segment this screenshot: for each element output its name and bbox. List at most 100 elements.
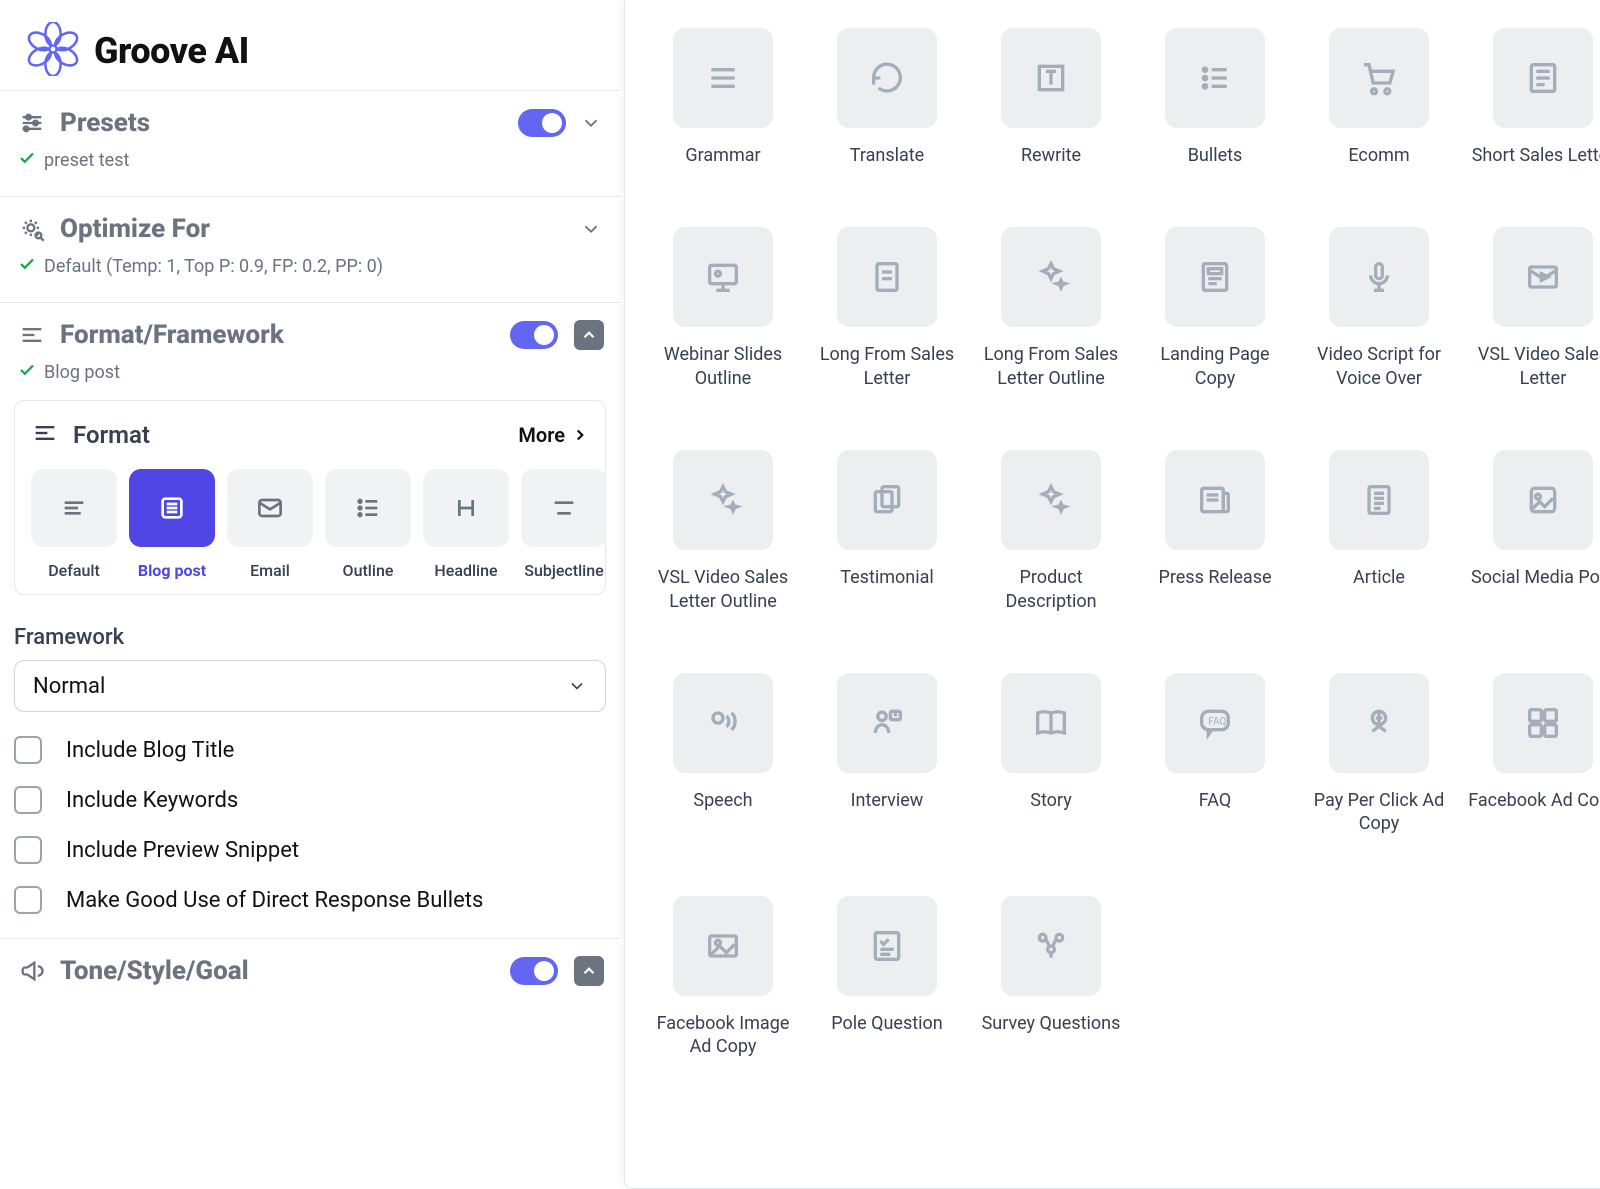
book-icon <box>1001 673 1101 773</box>
tone-toggle[interactable] <box>510 957 558 985</box>
template-tile-social-media-post[interactable]: Social Media Post <box>1469 450 1600 613</box>
template-tile-label: Ecomm <box>1304 144 1454 167</box>
template-tile-ecomm[interactable]: Ecomm <box>1305 28 1453 167</box>
format-more-label: More <box>518 423 565 447</box>
format-tile-label: Blog post <box>129 561 215 580</box>
option-label: Include Preview Snippet <box>66 838 299 863</box>
template-tile-label: Press Release <box>1140 566 1290 589</box>
template-tile-label: Survey Questions <box>976 1012 1126 1035</box>
format-tile-email[interactable]: Email <box>227 469 313 580</box>
format-framework-section: Format/Framework Blog post Format <box>0 302 620 928</box>
checkbox[interactable] <box>14 736 42 764</box>
template-tile-facebook-ad-copy[interactable]: Facebook Ad Copy <box>1469 673 1600 836</box>
interview-icon <box>837 673 937 773</box>
option-direct-response-bullets[interactable]: Make Good Use of Direct Response Bullets <box>14 886 606 914</box>
option-include-blog-title[interactable]: Include Blog Title <box>14 736 606 764</box>
template-tile-translate[interactable]: Translate <box>813 28 961 167</box>
lines-icon <box>16 319 48 351</box>
template-tile-rewrite[interactable]: Rewrite <box>977 28 1125 167</box>
optimize-section: Optimize For Default (Temp: 1, Top P: 0.… <box>0 196 620 292</box>
svg-text:FAQ: FAQ <box>1208 717 1226 728</box>
format-tile-subjectline[interactable]: Subjectline <box>521 469 607 580</box>
template-tile-short-sales-letter[interactable]: Short Sales Letter <box>1469 28 1600 167</box>
template-tile-long-from-sales-letter-outline[interactable]: Long From Sales Letter Outline <box>977 227 1125 390</box>
bullets-icon <box>1165 28 1265 128</box>
lines-icon <box>31 419 59 451</box>
framework-block: Framework Normal <box>14 625 606 712</box>
optimize-status: Default (Temp: 1, Top P: 0.9, FP: 0.2, P… <box>44 256 383 277</box>
template-tile-vsl-video-sales-letter-outline[interactable]: VSL Video Sales Letter Outline <box>649 450 797 613</box>
template-tile-interview[interactable]: Interview <box>813 673 961 836</box>
template-tile-label: Product Description <box>976 566 1126 613</box>
template-tile-facebook-image-ad-copy[interactable]: Facebook Image Ad Copy <box>649 896 797 1059</box>
format-tile-headline[interactable]: Headline <box>423 469 509 580</box>
fb-ad-icon <box>1493 673 1593 773</box>
optimize-chevron-down-icon[interactable] <box>578 216 604 242</box>
image-icon <box>673 896 773 996</box>
checkbox[interactable] <box>14 836 42 864</box>
template-tile-label: Bullets <box>1140 144 1290 167</box>
sliders-icon <box>16 107 48 139</box>
check-icon <box>18 255 36 278</box>
template-tile-label: FAQ <box>1140 789 1290 812</box>
presets-title: Presets <box>60 108 506 138</box>
template-tile-long-from-sales-letter[interactable]: Long From Sales Letter <box>813 227 961 390</box>
template-tile-survey-questions[interactable]: Survey Questions <box>977 896 1125 1059</box>
gear-search-icon <box>16 213 48 245</box>
template-tile-grammar[interactable]: Grammar <box>649 28 797 167</box>
collapse-button[interactable] <box>574 956 604 986</box>
format-tile-default[interactable]: Default <box>31 469 117 580</box>
template-tile-label: Pay Per Click Ad Copy <box>1304 789 1454 836</box>
collapse-button[interactable] <box>574 320 604 350</box>
template-tile-product-description[interactable]: Product Description <box>977 450 1125 613</box>
checkbox[interactable] <box>14 786 42 814</box>
option-include-preview-snippet[interactable]: Include Preview Snippet <box>14 836 606 864</box>
template-tile-vsl-video-sales-letter[interactable]: VSL Video Sales Letter <box>1469 227 1600 390</box>
option-include-keywords[interactable]: Include Keywords <box>14 786 606 814</box>
template-tile-faq[interactable]: FAQ FAQ <box>1141 673 1289 836</box>
format-tile-label: Headline <box>423 561 509 580</box>
lines-icon <box>673 28 773 128</box>
tone-section: Tone/Style/Goal <box>0 938 620 1007</box>
format-tile-outline[interactable]: Outline <box>325 469 411 580</box>
template-tile-article[interactable]: Article <box>1305 450 1453 613</box>
template-tile-label: Social Media Post <box>1468 566 1600 589</box>
template-grid: GrammarTranslateRewriteBulletsEcommShort… <box>649 28 1580 1059</box>
presets-toggle[interactable] <box>518 109 566 137</box>
press-icon <box>1165 450 1265 550</box>
template-tile-story[interactable]: Story <box>977 673 1125 836</box>
article-icon <box>1329 450 1429 550</box>
template-tile-label: Facebook Ad Copy <box>1468 789 1600 812</box>
format-more-button[interactable]: More <box>518 423 589 447</box>
template-tile-label: Grammar <box>648 144 798 167</box>
format-tile-blog-post[interactable]: Blog post <box>129 469 215 580</box>
framework-select[interactable]: Normal <box>14 660 606 712</box>
presets-chevron-down-icon[interactable] <box>578 110 604 136</box>
template-tile-press-release[interactable]: Press Release <box>1141 450 1289 613</box>
template-tile-testimonial[interactable]: Testimonial <box>813 450 961 613</box>
format-tile-label: Default <box>31 561 117 580</box>
envelope-play-icon <box>1493 227 1593 327</box>
checkbox[interactable] <box>14 886 42 914</box>
mic-icon <box>1329 227 1429 327</box>
template-tile-landing-page-copy[interactable]: Landing Page Copy <box>1141 227 1289 390</box>
framework-label: Framework <box>14 625 606 650</box>
format-tile-label: Outline <box>325 561 411 580</box>
landing-icon <box>1165 227 1265 327</box>
format-framework-toggle[interactable] <box>510 321 558 349</box>
template-tile-label: Speech <box>648 789 798 812</box>
cards-icon <box>837 450 937 550</box>
cart-icon <box>1329 28 1429 128</box>
template-tile-webinar-slides-outline[interactable]: Webinar Slides Outline <box>649 227 797 390</box>
checklist-icon <box>837 896 937 996</box>
template-tile-video-script-for-voice-over[interactable]: Video Script for Voice Over <box>1305 227 1453 390</box>
template-tile-pay-per-click-ad-copy[interactable]: Pay Per Click Ad Copy <box>1305 673 1453 836</box>
textbox-icon <box>1001 28 1101 128</box>
tone-title: Tone/Style/Goal <box>60 956 498 986</box>
template-tile-pole-question[interactable]: Pole Question <box>813 896 961 1059</box>
refresh-icon <box>837 28 937 128</box>
template-tile-bullets[interactable]: Bullets <box>1141 28 1289 167</box>
template-tile-label: Pole Question <box>812 1012 962 1035</box>
template-tile-speech[interactable]: Speech <box>649 673 797 836</box>
format-panel: Format More Default Blog post Email <box>14 400 606 595</box>
